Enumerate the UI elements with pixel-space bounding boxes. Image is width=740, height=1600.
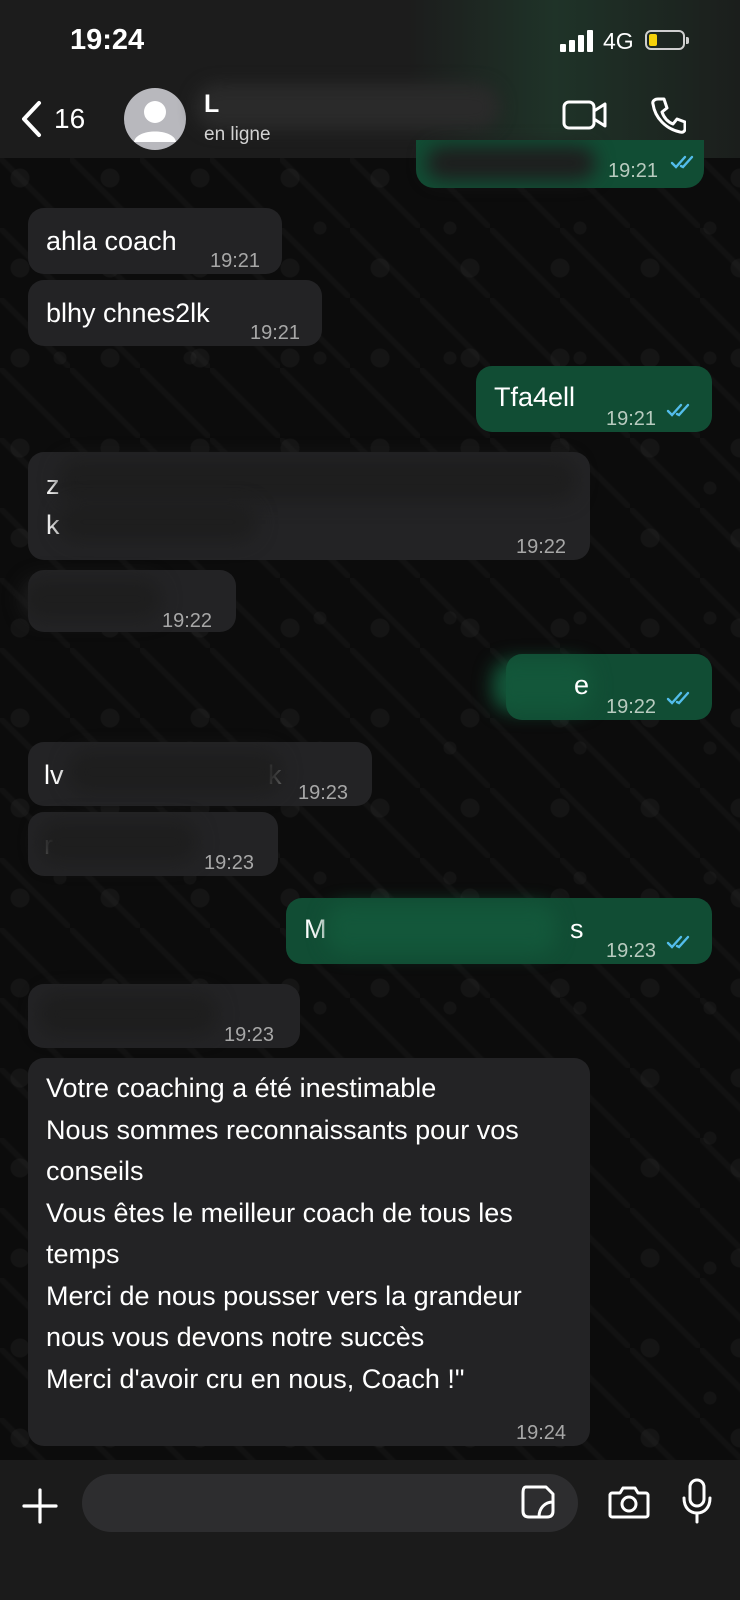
network-type: 4G bbox=[603, 28, 634, 54]
chevron-left-icon bbox=[22, 101, 41, 137]
message-text: blhy chnes2lk bbox=[46, 298, 210, 328]
message-input[interactable] bbox=[82, 1474, 578, 1532]
message-text: ahla coach bbox=[46, 226, 177, 256]
battery-icon bbox=[645, 30, 689, 50]
message-line: Nous sommes reconnaissants pour vos bbox=[46, 1114, 519, 1145]
redaction-blur bbox=[58, 458, 578, 502]
contact-name[interactable]: L bbox=[204, 90, 219, 119]
message-text: lv bbox=[44, 760, 64, 790]
message-line: Merci d'avoir cru en nous, Coach !" bbox=[46, 1363, 465, 1394]
chat-header: 19:24 4G 16 L en ligne bbox=[0, 0, 740, 158]
message-outgoing[interactable]: 19:21 bbox=[416, 140, 704, 188]
message-line: nous vous devons notre succès bbox=[46, 1322, 425, 1352]
message-line: Vous êtes le meilleur coach de tous les bbox=[46, 1197, 513, 1228]
status-time: 19:24 bbox=[70, 24, 145, 56]
message-line: temps bbox=[46, 1239, 120, 1269]
message-line: Votre coaching a été inestimable bbox=[46, 1073, 437, 1103]
message-incoming[interactable]: 19:23 bbox=[28, 984, 300, 1048]
avatar[interactable] bbox=[124, 88, 186, 150]
message-time: 19:23 bbox=[224, 1024, 275, 1046]
message-incoming[interactable]: blhy chnes2lk 19:21 bbox=[28, 280, 322, 346]
message-line: conseils bbox=[46, 1156, 144, 1186]
plus-icon bbox=[22, 1488, 58, 1524]
message-time: 19:22 bbox=[516, 536, 567, 558]
camera-button[interactable] bbox=[608, 1484, 650, 1525]
message-incoming[interactable]: r 19:23 bbox=[28, 812, 278, 876]
message-composer bbox=[0, 1460, 740, 1600]
video-camera-icon bbox=[562, 100, 607, 130]
video-call-button[interactable] bbox=[562, 98, 608, 137]
message-time: 19:22 bbox=[162, 610, 213, 632]
attach-button[interactable] bbox=[22, 1488, 58, 1529]
redaction-blur bbox=[38, 820, 198, 864]
message-text: M bbox=[304, 914, 327, 944]
message-time: 19:21 bbox=[250, 322, 301, 344]
message-line: Merci de nous pousser vers la grandeur bbox=[46, 1280, 522, 1311]
message-time: 19:23 bbox=[298, 782, 349, 804]
person-icon bbox=[134, 101, 176, 142]
contact-status: en ligne bbox=[204, 124, 271, 145]
message-outgoing[interactable]: M s 19:23 bbox=[286, 898, 712, 964]
signal-icon bbox=[560, 30, 596, 52]
message-time: 19:21 bbox=[606, 408, 657, 430]
back-button[interactable]: 16 bbox=[20, 96, 85, 142]
message-time: 19:23 bbox=[204, 852, 255, 874]
redaction-blur bbox=[426, 146, 596, 180]
message-incoming[interactable]: Votre coaching a été inestimable Nous so… bbox=[28, 1058, 590, 1446]
message-text: e bbox=[574, 670, 590, 700]
message-time: 19:23 bbox=[606, 940, 657, 962]
redaction-blur bbox=[326, 904, 556, 954]
redaction-blur bbox=[58, 502, 258, 542]
camera-icon bbox=[608, 1486, 650, 1519]
double-check-icon bbox=[666, 403, 690, 417]
double-check-icon bbox=[670, 155, 694, 169]
message-incoming[interactable]: 19:22 bbox=[22, 570, 236, 632]
double-check-icon bbox=[666, 935, 690, 949]
unread-count: 16 bbox=[54, 103, 86, 134]
message-text: Tfa4ell bbox=[494, 382, 576, 412]
microphone-button[interactable] bbox=[682, 1478, 712, 1529]
message-time: 19:21 bbox=[608, 160, 659, 182]
sticker-button[interactable] bbox=[520, 1484, 556, 1525]
message-outgoing[interactable]: Tfa4ell 19:21 bbox=[476, 366, 712, 432]
message-text: Votre coaching a été inestimable Nous so… bbox=[46, 1068, 522, 1400]
message-incoming[interactable]: z k 19:22 bbox=[28, 452, 590, 560]
sticker-icon bbox=[521, 1485, 555, 1519]
voice-call-button[interactable] bbox=[650, 96, 687, 139]
message-outgoing[interactable]: e 19:22 bbox=[492, 654, 712, 720]
redaction-blur bbox=[22, 578, 162, 620]
message-time: 19:21 bbox=[210, 250, 261, 272]
redaction-blur bbox=[68, 750, 282, 794]
phone-icon bbox=[651, 97, 687, 134]
message-incoming[interactable]: lv k 19:23 bbox=[28, 742, 372, 806]
microphone-icon bbox=[682, 1478, 712, 1524]
message-time: 19:22 bbox=[606, 696, 657, 718]
message-incoming[interactable]: ahla coach 19:21 bbox=[28, 208, 282, 274]
redaction-blur bbox=[38, 992, 218, 1036]
double-check-icon bbox=[666, 691, 690, 705]
message-text: s bbox=[570, 914, 584, 944]
message-time: 19:24 bbox=[516, 1422, 567, 1444]
